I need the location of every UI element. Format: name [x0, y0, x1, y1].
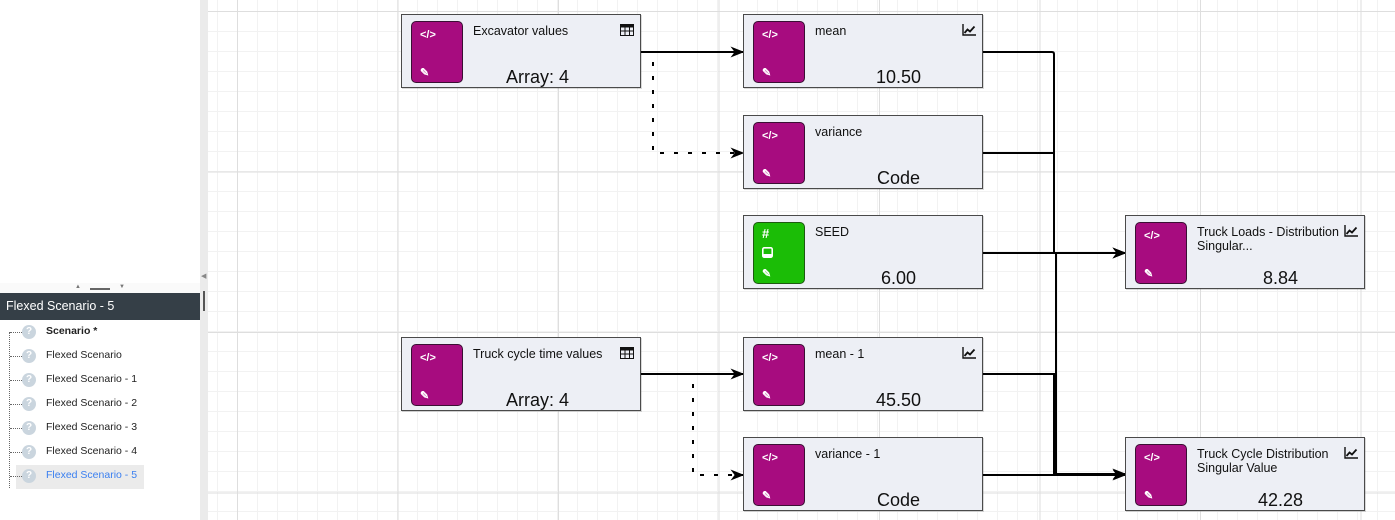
help-circle-icon: ?: [22, 373, 36, 387]
node-title: variance: [815, 125, 863, 139]
node-truck-loads[interactable]: </> ✎ Truck Loads - Distribution Singula…: [1125, 215, 1365, 289]
tree-item-label: Flexed Scenario - 2: [46, 397, 138, 409]
node-title: variance - 1: [815, 447, 881, 461]
code-icon[interactable]: </>: [762, 130, 778, 142]
panel-splitter[interactable]: ▲ ▼: [0, 283, 200, 293]
tree-branch-line: [10, 404, 22, 405]
help-circle-icon: ?: [22, 397, 36, 411]
code-icon[interactable]: </>: [1144, 452, 1160, 464]
node-value: Array: 4: [505, 67, 570, 87]
node-value: Array: 4: [505, 390, 570, 410]
help-circle-icon: ?: [22, 421, 36, 435]
node-title: Truck Loads - Distribution Singular...: [1197, 225, 1339, 253]
tree-item-label: Flexed Scenario: [46, 349, 122, 361]
tree-item-flexed-scenario-5[interactable]: ? Flexed Scenario - 5: [0, 465, 200, 489]
tree-item-flexed-scenario-3[interactable]: ? Flexed Scenario - 3: [0, 417, 200, 439]
node-title: Truck Cycle Distribution Singular Value: [1197, 447, 1329, 475]
tree-item-scenario[interactable]: ? Scenario *: [0, 321, 200, 343]
tree-item-flexed-scenario-1[interactable]: ? Flexed Scenario - 1: [0, 369, 200, 391]
tree-branch-line: [10, 332, 22, 333]
code-icon[interactable]: </>: [420, 352, 436, 364]
scenario-panel-header: Flexed Scenario - 5: [0, 293, 200, 320]
chart-line-icon[interactable]: [1344, 225, 1358, 237]
node-title: mean: [815, 24, 847, 38]
tree-branch-line: [10, 356, 22, 357]
edit-icon[interactable]: ✎: [420, 67, 429, 79]
tree-branch-line: [10, 452, 22, 453]
node-truck-cycle-time-values[interactable]: </> ✎ Truck cycle time values Array: 4: [401, 337, 641, 411]
code-badge[interactable]: </> ✎: [753, 21, 805, 83]
collapse-sidebar-icon[interactable]: ◀: [201, 272, 206, 280]
code-icon[interactable]: </>: [1144, 230, 1160, 242]
splitter-grip[interactable]: [90, 288, 110, 290]
table-icon[interactable]: [620, 24, 634, 36]
node-value: Code: [876, 490, 921, 510]
node-title: SEED: [815, 225, 850, 239]
code-badge[interactable]: </> ✎: [411, 21, 463, 83]
node-value: Code: [876, 168, 921, 188]
node-value: 10.50: [875, 67, 922, 87]
tree-item-label: Flexed Scenario - 1: [46, 373, 138, 385]
code-badge[interactable]: </> ✎: [1135, 444, 1187, 506]
tree-item-label: Flexed Scenario - 5: [46, 469, 138, 481]
node-excavator-values[interactable]: </> ✎ Excavator values Array: 4: [401, 14, 641, 88]
node-title: mean - 1: [815, 347, 865, 361]
scenario-sidebar: ▲ ▼ Flexed Scenario - 5 ? Scenario * ? F…: [0, 0, 200, 520]
splitter-down-arrow-icon[interactable]: ▼: [119, 284, 125, 290]
tree-item-flexed-scenario[interactable]: ? Flexed Scenario: [0, 345, 200, 367]
node-value: 6.00: [880, 268, 917, 288]
code-badge[interactable]: </> ✎: [753, 122, 805, 184]
code-icon[interactable]: </>: [762, 452, 778, 464]
node-variance-1[interactable]: </> ✎ variance - 1 Code: [743, 437, 983, 511]
tree-item-label: Flexed Scenario - 4: [46, 445, 138, 457]
help-circle-icon: ?: [22, 469, 36, 483]
chart-line-icon[interactable]: [962, 347, 976, 359]
node-title: Excavator values: [473, 24, 569, 38]
node-truck-cycle-distribution[interactable]: </> ✎ Truck Cycle Distribution Singular …: [1125, 437, 1365, 511]
tree-item-label: Flexed Scenario - 3: [46, 421, 138, 433]
code-badge[interactable]: </> ✎: [753, 344, 805, 406]
table-icon[interactable]: [620, 347, 634, 359]
chart-line-icon[interactable]: [1344, 447, 1358, 459]
edit-icon[interactable]: ✎: [762, 67, 771, 79]
edit-icon[interactable]: ✎: [762, 490, 771, 502]
node-title: Truck cycle time values: [473, 347, 603, 361]
tree-branch-line: [10, 428, 22, 429]
edit-icon[interactable]: ✎: [762, 268, 771, 280]
number-badge[interactable]: # ✎: [753, 222, 805, 284]
node-value: 42.28: [1257, 490, 1304, 510]
edit-icon[interactable]: ✎: [1144, 268, 1153, 280]
node-mean-1[interactable]: </> ✎ mean - 1 45.50: [743, 337, 983, 411]
node-value: 8.84: [1262, 268, 1299, 288]
tree-item-label: Scenario *: [46, 325, 98, 337]
hash-icon[interactable]: #: [762, 227, 769, 240]
code-icon[interactable]: </>: [420, 29, 436, 41]
code-badge[interactable]: </> ✎: [1135, 222, 1187, 284]
help-circle-icon: ?: [22, 349, 36, 363]
node-mean[interactable]: </> ✎ mean 10.50: [743, 14, 983, 88]
node-seed[interactable]: # ✎ SEED 6.00: [743, 215, 983, 289]
sidebar-gutter[interactable]: ◀: [200, 0, 208, 520]
edit-icon[interactable]: ✎: [1144, 490, 1153, 502]
splitter-up-arrow-icon[interactable]: ▲: [75, 284, 81, 290]
code-badge[interactable]: </> ✎: [411, 344, 463, 406]
help-circle-icon: ?: [22, 445, 36, 459]
help-circle-icon: ?: [22, 325, 36, 339]
tree-item-flexed-scenario-4[interactable]: ? Flexed Scenario - 4: [0, 441, 200, 463]
edit-icon[interactable]: ✎: [420, 390, 429, 402]
node-value: 45.50: [875, 390, 922, 410]
chart-line-icon[interactable]: [962, 24, 976, 36]
code-badge[interactable]: </> ✎: [753, 444, 805, 506]
tree-branch-line: [10, 476, 22, 477]
input-field-icon[interactable]: [762, 247, 773, 258]
node-variance[interactable]: </> ✎ variance Code: [743, 115, 983, 189]
edit-icon[interactable]: ✎: [762, 168, 771, 180]
tree-item-flexed-scenario-2[interactable]: ? Flexed Scenario - 2: [0, 393, 200, 415]
edit-icon[interactable]: ✎: [762, 390, 771, 402]
tree-branch-line: [10, 380, 22, 381]
code-icon[interactable]: </>: [762, 29, 778, 41]
code-icon[interactable]: </>: [762, 352, 778, 364]
sidebar-scrollbar[interactable]: [203, 291, 205, 311]
